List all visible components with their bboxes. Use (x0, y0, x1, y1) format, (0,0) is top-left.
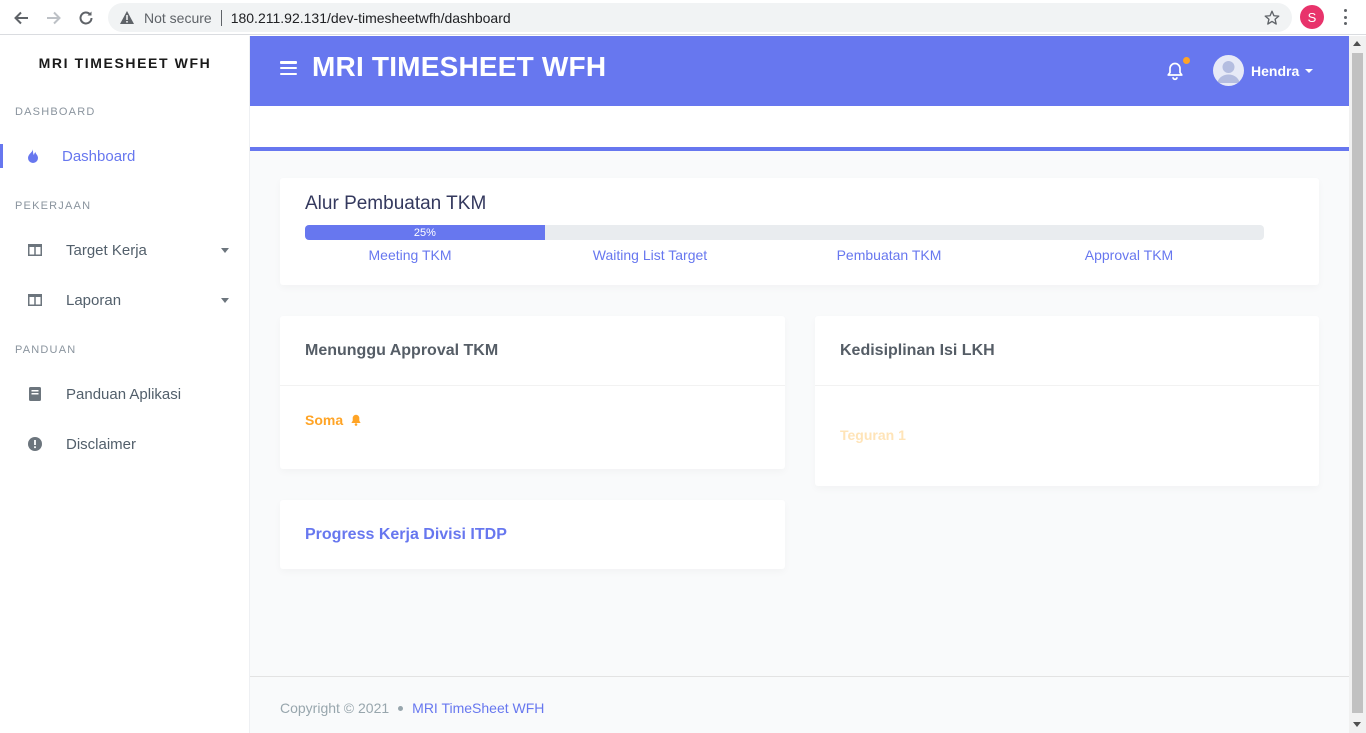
sidebar-item-label: Dashboard (62, 147, 136, 165)
progress-division-card: Progress Kerja Divisi ITDP (280, 500, 785, 569)
chevron-down-icon (221, 297, 229, 303)
avatar[interactable] (1213, 55, 1244, 86)
footer-brand-link[interactable]: MRI TimeSheet WFH (412, 700, 544, 716)
warning-item: Teguran 1 (840, 427, 906, 443)
book-icon (27, 387, 42, 402)
top-navbar: MRI TIMESHEET WFH Hendra (250, 36, 1349, 106)
profile-avatar[interactable]: S (1300, 5, 1324, 29)
address-bar[interactable]: Not secure 180.211.92.131/dev-timesheetw… (108, 3, 1292, 32)
approval-card-title: Menunggu Approval TKM (305, 342, 499, 359)
pending-approval-name: Soma (305, 412, 344, 428)
pending-approval-item[interactable]: Soma (305, 412, 362, 428)
reload-button[interactable] (74, 6, 98, 30)
scrollbar-thumb[interactable] (1352, 53, 1363, 713)
columns-icon (27, 243, 42, 258)
sidebar-item-dashboard[interactable]: Dashboard (0, 138, 250, 174)
card-divider (815, 385, 1319, 386)
flow-step-waiting-list[interactable]: Waiting List Target (530, 247, 770, 263)
flow-progress-fill: 25% (305, 225, 545, 240)
scroll-up-arrow-icon[interactable] (1353, 41, 1361, 46)
section-label-panduan: PANDUAN (15, 344, 77, 356)
url-text[interactable]: 180.211.92.131/dev-timesheetwfh/dashboar… (231, 10, 511, 26)
scroll-down-arrow-icon[interactable] (1353, 722, 1361, 727)
browser-menu-icon[interactable] (1338, 7, 1352, 27)
section-label-dashboard: DASHBOARD (15, 106, 96, 118)
section-header (250, 106, 1349, 147)
browser-toolbar: Not secure 180.211.92.131/dev-timesheetw… (0, 0, 1366, 35)
flow-step-pembuatan[interactable]: Pembuatan TKM (769, 247, 1009, 263)
header-accent-line (250, 147, 1349, 151)
chevron-down-icon[interactable] (1305, 69, 1313, 73)
arrow-left-icon (14, 11, 28, 25)
sidebar-item-label: Disclaimer (66, 435, 137, 453)
exclamation-circle-icon (27, 437, 42, 452)
sidebar-item-label: Panduan Aplikasi (66, 385, 182, 403)
user-menu-name[interactable]: Hendra (1251, 63, 1299, 79)
sidebar: MRI TIMESHEET WFH DASHBOARD Dashboard PE… (0, 36, 250, 733)
copyright-text: Copyright © 2021 (280, 700, 390, 716)
notification-bell-icon[interactable] (1165, 61, 1185, 81)
sidebar-item-panduan-aplikasi[interactable]: Panduan Aplikasi (0, 376, 250, 412)
discipline-card: Kedisiplinan Isi LKH Teguran 1 (815, 316, 1319, 486)
flow-step-approval[interactable]: Approval TKM (1009, 247, 1249, 263)
approval-card: Menunggu Approval TKM Soma (280, 316, 785, 469)
footer-text: Copyright © 2021 MRI TimeSheet WFH (280, 700, 544, 716)
progress-division-link[interactable]: Progress Kerja Divisi ITDP (305, 526, 507, 544)
flow-card-title: Alur Pembuatan TKM (305, 193, 487, 214)
page-scrollbar[interactable] (1349, 36, 1366, 733)
reload-icon (79, 11, 93, 25)
hamburger-menu-icon[interactable] (280, 61, 297, 75)
chevron-down-icon (221, 247, 229, 253)
security-label[interactable]: Not secure (144, 10, 212, 26)
flow-progress-bar: 25% (305, 225, 1264, 240)
omnibox-divider (220, 9, 222, 26)
flow-step-meeting[interactable]: Meeting TKM (290, 247, 530, 263)
arrow-right-icon (47, 11, 61, 25)
sidebar-item-label: Target Kerja (66, 241, 147, 259)
discipline-card-title: Kedisiplinan Isi LKH (840, 342, 995, 359)
footer-bullet (398, 705, 404, 711)
flow-card: Alur Pembuatan TKM 25% Meeting TKM Waiti… (280, 178, 1319, 285)
notification-badge (1183, 57, 1190, 64)
sidebar-item-label: Laporan (66, 291, 122, 309)
columns-icon (27, 293, 42, 308)
forward-button[interactable] (42, 6, 66, 30)
bell-icon (351, 414, 361, 426)
footer: Copyright © 2021 MRI TimeSheet WFH (250, 676, 1349, 733)
fire-icon (25, 149, 40, 164)
sidebar-item-target-kerja[interactable]: Target Kerja (0, 232, 250, 268)
bookmark-star-icon[interactable] (1262, 8, 1282, 28)
sidebar-item-disclaimer[interactable]: Disclaimer (0, 426, 250, 462)
card-divider (280, 385, 785, 386)
main-content: MRI TIMESHEET WFH Hendra Alur Pembuatan … (250, 36, 1349, 733)
back-button[interactable] (9, 6, 33, 30)
sidebar-brand[interactable]: MRI TIMESHEET WFH (0, 55, 250, 71)
sidebar-item-laporan[interactable]: Laporan (0, 282, 250, 318)
warning-icon (118, 9, 136, 27)
page-title: MRI TIMESHEET WFH (312, 51, 607, 82)
section-label-pekerjaan: PEKERJAAN (15, 200, 92, 212)
